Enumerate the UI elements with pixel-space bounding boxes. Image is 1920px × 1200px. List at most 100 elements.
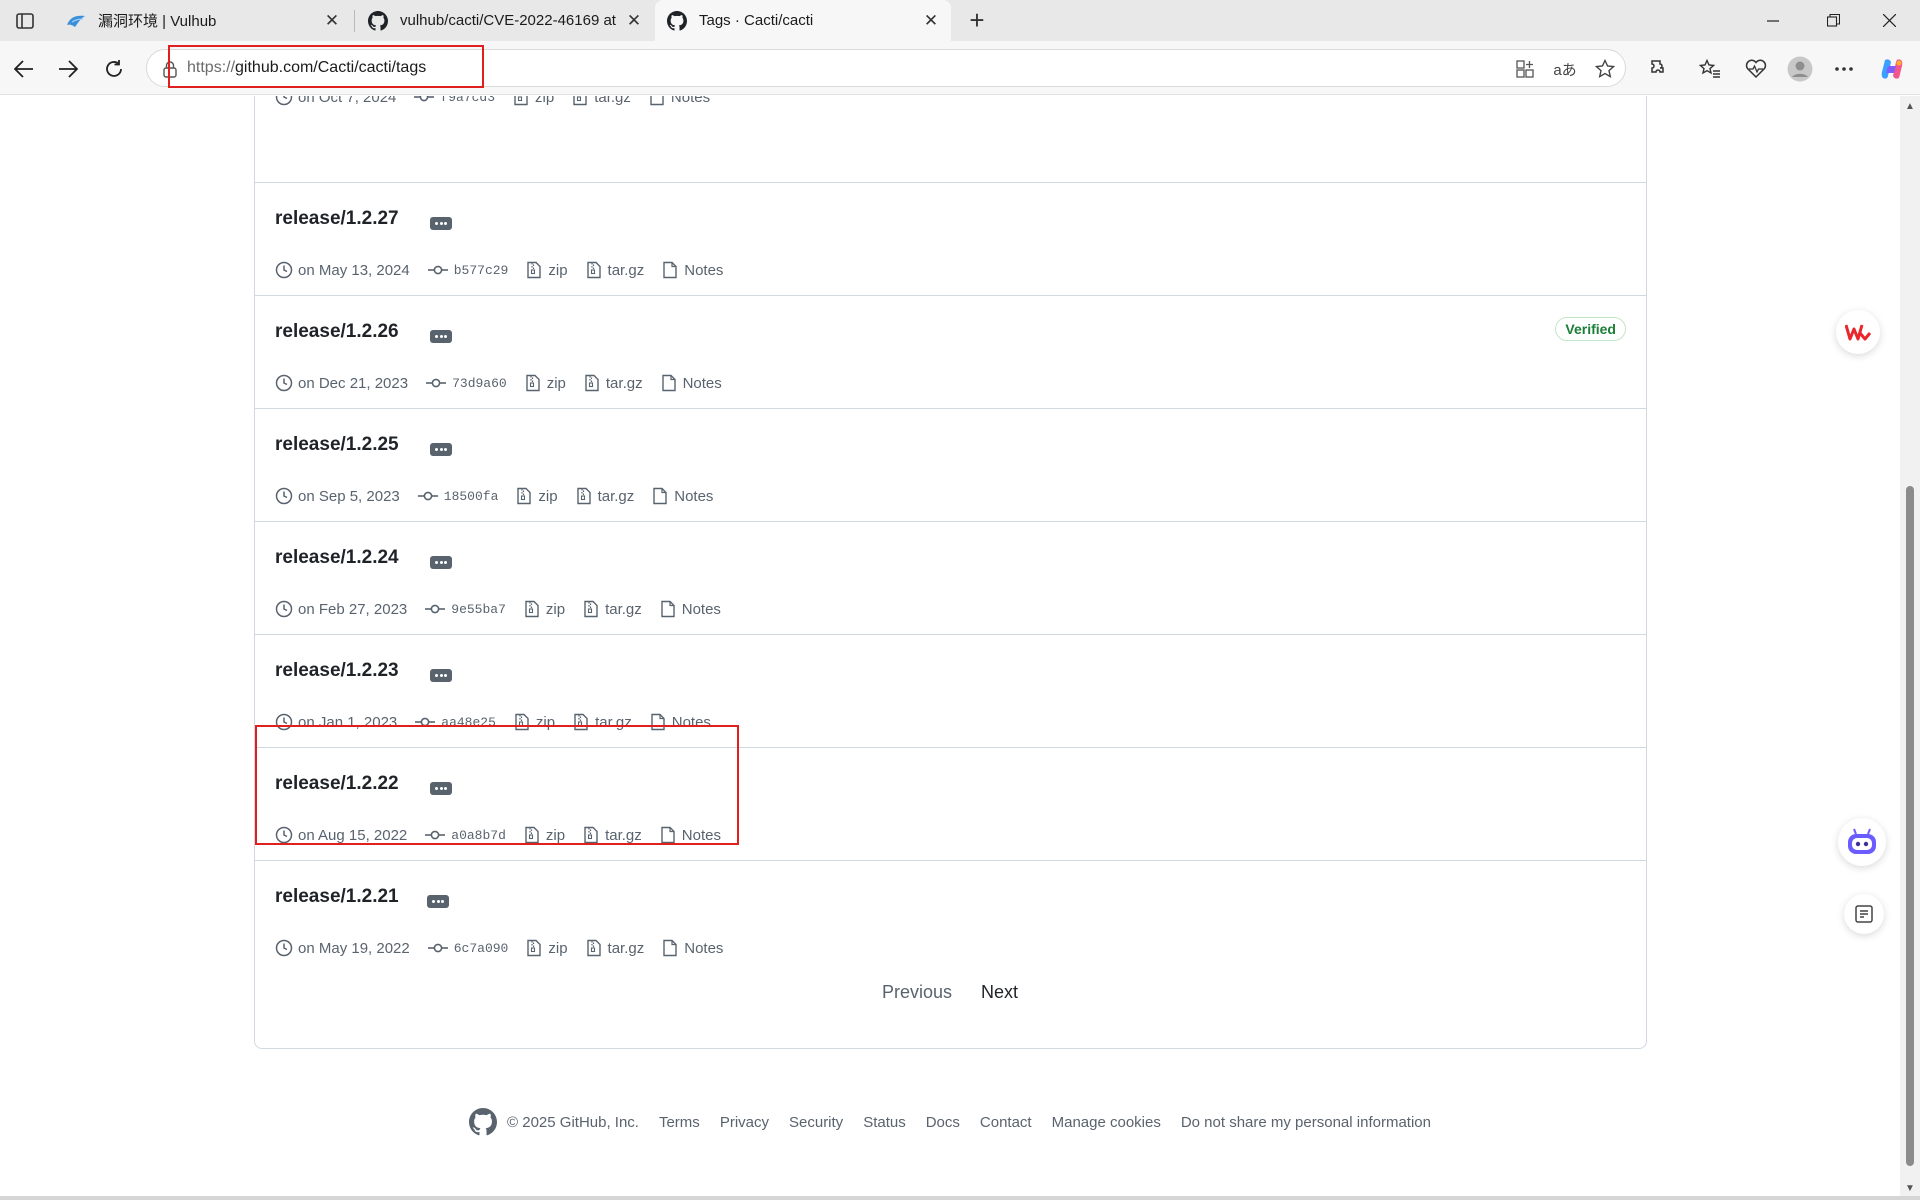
commit-link[interactable]: 73d9a60 [425, 374, 507, 392]
commit-link[interactable]: f9a7cd3 [413, 96, 495, 106]
zip-download-link[interactable]: zip [513, 713, 555, 731]
targz-download-link[interactable]: tar.gz [575, 487, 634, 505]
footer-link-contact[interactable]: Contact [980, 1114, 1032, 1131]
tab-tags[interactable]: Tags · Cacti/cacti ✕ [655, 0, 951, 41]
forward-icon[interactable] [52, 53, 84, 85]
new-tab-button[interactable]: + [962, 6, 992, 36]
tag-date[interactable]: on Oct 7, 2024 [275, 96, 396, 106]
footer-link-manage-cookies[interactable]: Manage cookies [1052, 1114, 1161, 1131]
expand-message-button[interactable] [430, 330, 452, 343]
targz-download-link[interactable]: tar.gz [582, 600, 642, 618]
footer-link-security[interactable]: Security [789, 1114, 843, 1131]
minimize-icon[interactable] [1750, 0, 1796, 41]
address-bar[interactable]: https://github.com/Cacti/cacti/tags aあ [146, 49, 1626, 87]
release-notes-link[interactable]: Notes [661, 261, 723, 279]
translate-icon[interactable]: aあ [1553, 57, 1577, 81]
zip-download-link[interactable]: zip [525, 261, 568, 279]
tag-name-link[interactable]: release/1.2.24 [275, 547, 399, 569]
commit-link[interactable]: 9e55ba7 [424, 600, 506, 618]
close-tab-icon[interactable]: ✕ [624, 11, 644, 31]
close-tab-icon[interactable]: ✕ [322, 11, 342, 31]
expand-message-button[interactable] [430, 669, 452, 682]
tag-name-link[interactable]: release/1.2.27 [275, 208, 399, 230]
release-notes-link[interactable]: Notes [660, 374, 722, 392]
site-info-icon[interactable] [161, 60, 179, 78]
restore-icon[interactable] [1810, 0, 1856, 41]
commit-link[interactable]: 6c7a090 [427, 939, 508, 957]
footer-link-do-not-share[interactable]: Do not share my personal information [1181, 1114, 1431, 1131]
next-page-button[interactable]: Next [981, 982, 1018, 1003]
targz-download-link[interactable]: tar.gz [585, 939, 644, 957]
copilot-icon[interactable] [1876, 53, 1908, 85]
zip-download-link[interactable]: zip [512, 96, 554, 106]
release-notes-link[interactable]: Notes [649, 713, 711, 731]
targz-download-link[interactable]: tar.gz [572, 713, 632, 731]
tag-name-link[interactable]: release/1.2.23 [275, 660, 399, 682]
tag-date[interactable]: on Feb 27, 2023 [275, 600, 407, 618]
expand-message-button[interactable] [427, 895, 449, 908]
commit-link[interactable]: 18500fa [417, 487, 498, 505]
targz-download-link[interactable]: tar.gz [582, 826, 642, 844]
zip-download-link[interactable]: zip [523, 600, 565, 618]
tag-name-link[interactable]: release/1.2.25 [275, 434, 399, 456]
commit-link[interactable]: a0a8b7d [424, 826, 506, 844]
release-notes-link[interactable]: Notes [659, 826, 721, 844]
targz-download-link[interactable]: tar.gz [585, 261, 644, 279]
tag-date[interactable]: on May 19, 2022 [275, 939, 410, 957]
wps-icon[interactable] [1836, 310, 1880, 354]
url-text[interactable]: https://github.com/Cacti/cacti/tags [187, 59, 426, 77]
release-notes-link[interactable]: Notes [659, 600, 721, 618]
expand-message-button[interactable] [430, 556, 452, 569]
tab-actions-icon[interactable] [12, 8, 38, 34]
app-available-icon[interactable] [1513, 57, 1537, 81]
tag-date[interactable]: on Sep 5, 2023 [275, 487, 400, 505]
targz-download-link[interactable]: tar.gz [571, 96, 631, 106]
zip-download-link[interactable]: zip [525, 939, 568, 957]
github-logo-icon[interactable] [469, 1108, 498, 1136]
targz-download-link[interactable]: tar.gz [583, 374, 643, 392]
previous-page-button[interactable]: Previous [882, 982, 952, 1003]
commit-link[interactable]: aa48e25 [414, 713, 496, 731]
tag-date[interactable]: on Jan 1, 2023 [275, 713, 397, 731]
tag-name-link[interactable]: release/1.2.26 [275, 321, 399, 343]
tab-cve[interactable]: vulhub/cacti/CVE-2022-46169 at ✕ [356, 0, 654, 41]
expand-message-button[interactable] [430, 782, 452, 795]
more-menu-icon[interactable] [1828, 53, 1860, 85]
date-text: on Sep 5, 2023 [298, 487, 400, 505]
browser-essentials-icon[interactable] [1740, 53, 1772, 85]
release-notes-link[interactable]: Notes [661, 939, 723, 957]
zip-download-link[interactable]: zip [523, 826, 565, 844]
notes-panel-icon[interactable] [1844, 894, 1884, 934]
tag-date[interactable]: on May 13, 2024 [275, 261, 410, 279]
release-notes-link[interactable]: Notes [651, 487, 713, 505]
close-window-icon[interactable] [1866, 0, 1912, 41]
ai-assistant-robot-icon[interactable] [1838, 818, 1886, 866]
footer-link-docs[interactable]: Docs [926, 1114, 960, 1131]
back-icon[interactable] [8, 53, 40, 85]
zip-download-link[interactable]: zip [524, 374, 566, 392]
favorite-star-icon[interactable] [1593, 57, 1617, 81]
tag-name-link[interactable]: release/1.2.22 [275, 773, 399, 795]
scroll-thumb[interactable] [1906, 486, 1914, 1166]
tag-date[interactable]: on Dec 21, 2023 [275, 374, 408, 392]
expand-message-button[interactable] [430, 443, 452, 456]
tag-name-link[interactable]: release/1.2.21 [275, 886, 399, 908]
tag-date[interactable]: on Aug 15, 2022 [275, 826, 407, 844]
expand-message-button[interactable] [430, 217, 452, 230]
extensions-icon[interactable] [1642, 53, 1674, 85]
tab-vulhub[interactable]: 漏洞环境 | Vulhub ✕ [54, 0, 352, 41]
scroll-down-icon[interactable]: ▼ [1905, 1184, 1915, 1194]
footer-link-terms[interactable]: Terms [659, 1114, 700, 1131]
commit-link[interactable]: b577c29 [427, 261, 508, 279]
close-tab-icon[interactable]: ✕ [921, 11, 941, 31]
release-notes-link[interactable]: Notes [648, 96, 710, 106]
scroll-up-icon[interactable]: ▲ [1905, 102, 1915, 112]
profile-avatar-icon[interactable] [1784, 53, 1816, 85]
zip-download-link[interactable]: zip [515, 487, 558, 505]
footer-link-privacy[interactable]: Privacy [720, 1114, 769, 1131]
page-scrollbar[interactable]: ▲ ▼ [1900, 96, 1920, 1200]
verified-badge[interactable]: Verified [1555, 317, 1626, 341]
footer-link-status[interactable]: Status [863, 1114, 906, 1131]
favorites-icon[interactable] [1694, 53, 1726, 85]
refresh-icon[interactable] [98, 53, 130, 85]
